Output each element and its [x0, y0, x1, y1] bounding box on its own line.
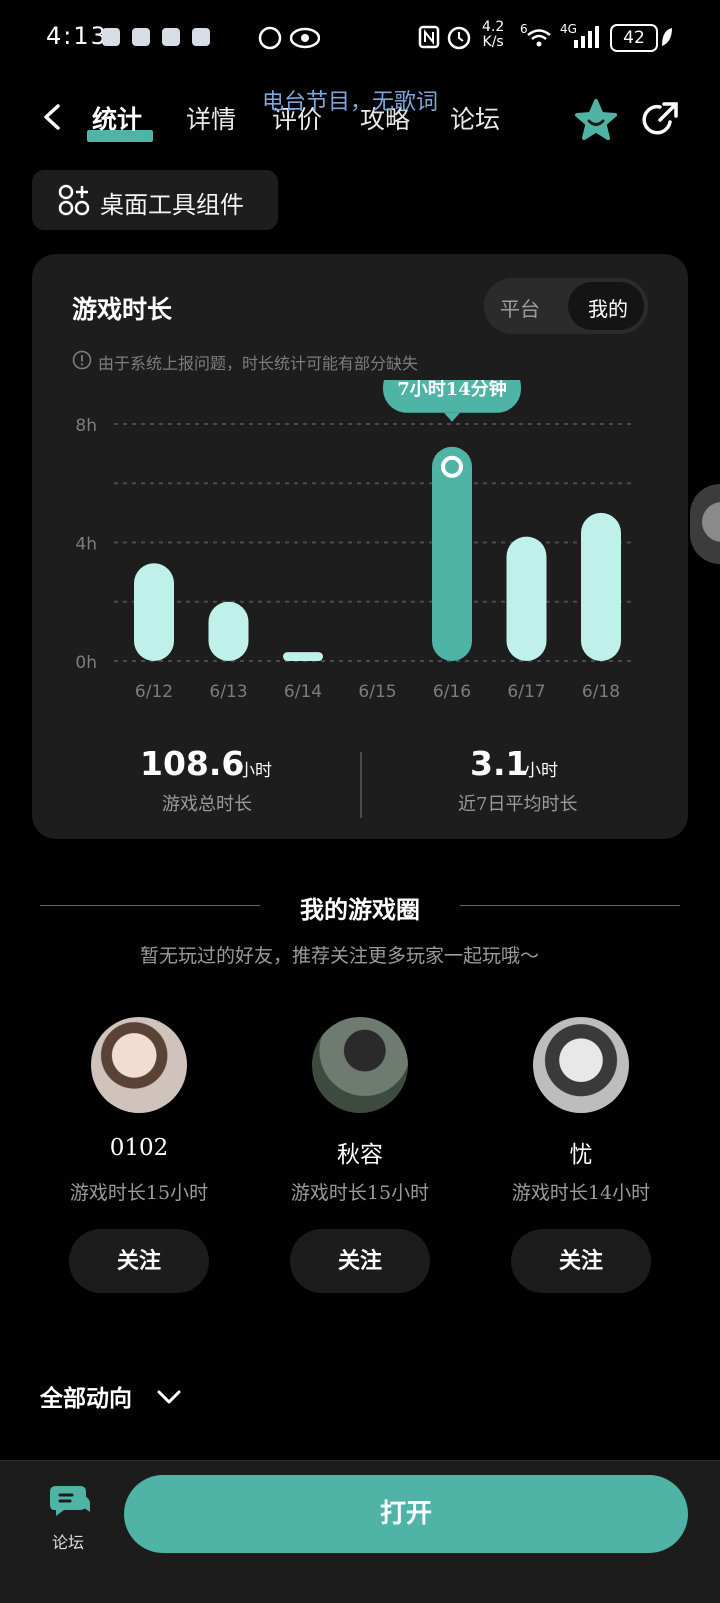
chart-bar — [581, 512, 621, 661]
chevron-down-icon[interactable] — [156, 1386, 182, 1408]
desktop-widget-button[interactable]: 桌面工具组件 — [32, 170, 278, 230]
game-circle-hint: 暂无玩过的好友，推荐关注更多玩家一起玩哦～ — [140, 945, 540, 967]
x-tick-label: 6/13 — [209, 682, 247, 702]
notification-icon — [102, 28, 120, 46]
player-playtime: 游戏时长15小时 — [69, 1182, 209, 1204]
back-arrow-icon[interactable] — [40, 104, 66, 130]
player-name[interactable]: 0102 — [39, 1135, 239, 1161]
chart-bar — [134, 563, 174, 661]
status-bar: 4:13 4.2 K/s 6 4G 42 — [0, 0, 720, 75]
chart-bar — [208, 601, 249, 661]
notification-icon — [132, 28, 150, 46]
y-tick-label: 8h — [75, 416, 97, 436]
status-time: 4:13 — [46, 22, 108, 50]
chart-tooltip-pointer — [444, 412, 460, 422]
data-saver-icon — [258, 26, 282, 50]
follow-button[interactable]: 关注 — [69, 1229, 209, 1293]
player-playtime: 游戏时长14小时 — [511, 1182, 651, 1204]
all-activity-toggle[interactable]: 全部动向 — [40, 1379, 132, 1413]
notification-icon — [192, 28, 210, 46]
x-tick-label: 6/12 — [135, 682, 173, 702]
tab-details[interactable]: 详情 — [186, 100, 236, 136]
info-icon — [72, 350, 92, 370]
x-tick-label: 6/18 — [582, 682, 620, 702]
desktop-widget-label: 桌面工具组件 — [100, 191, 244, 219]
x-tick-label: 6/15 — [358, 682, 396, 702]
favorite-star-icon[interactable] — [573, 98, 619, 144]
follow-button[interactable]: 关注 — [511, 1229, 651, 1293]
toggle-platform[interactable]: 平台 — [500, 293, 540, 322]
avg-hours-label: 近7日平均时长 — [458, 794, 578, 815]
x-tick-label: 6/16 — [433, 682, 471, 702]
tab-forum[interactable]: 论坛 — [450, 100, 500, 136]
chart-tooltip-text: 7小时14分钟 — [397, 380, 507, 400]
x-tick-label: 6/14 — [284, 682, 322, 702]
notification-icon — [162, 28, 180, 46]
signal-icon — [574, 26, 599, 48]
player-avatar[interactable] — [533, 1017, 629, 1113]
divider-left — [40, 905, 260, 906]
net-speed: 4.2 K/s — [482, 19, 505, 50]
widget-grid-icon — [58, 184, 90, 216]
alarm-icon — [447, 26, 471, 50]
avg-hours-unit: 小时 — [524, 761, 558, 781]
nfc-icon — [418, 25, 440, 49]
toggle-mine[interactable]: 我的 — [588, 293, 628, 322]
forum-label: 论坛 — [52, 1533, 85, 1552]
playtime-title: 游戏时长 — [72, 295, 173, 324]
forum-chat-icon[interactable] — [48, 1482, 92, 1522]
stats-divider — [360, 752, 362, 818]
share-icon[interactable] — [640, 100, 680, 140]
player-name[interactable]: 忧 — [481, 1135, 681, 1169]
game-circle-title: 我的游戏圈 — [300, 895, 420, 924]
chart-bar — [432, 446, 472, 661]
divider-right — [460, 905, 680, 906]
player-avatar[interactable] — [312, 1017, 408, 1113]
eye-icon — [290, 27, 320, 49]
lyric-overlay: 电台节目，无歌词 — [262, 90, 439, 115]
wifi-icon — [527, 29, 551, 47]
chart-bar — [506, 536, 547, 661]
player-avatar[interactable] — [91, 1017, 187, 1113]
player-name[interactable]: 秋容 — [260, 1135, 460, 1169]
x-tick-label: 6/17 — [507, 682, 545, 702]
total-hours-label: 游戏总时长 — [162, 794, 252, 815]
y-tick-label: 4h — [75, 535, 97, 555]
avg-hours-value: 3.1 — [470, 744, 529, 783]
leaf-icon — [662, 28, 672, 46]
data-notice: 由于系统上报问题，时长统计可能有部分缺失 — [98, 354, 419, 373]
total-hours-value: 108.6 — [140, 744, 245, 783]
open-game-button[interactable]: 打开 — [124, 1475, 688, 1553]
player-playtime: 游戏时长15小时 — [290, 1182, 430, 1204]
playtime-chart: 0h 4h 8h 6/12 6/13 6/14 6/15 7小时14分钟 6/16 6/17 6/1… — [75, 380, 636, 702]
y-tick-label: 0h — [75, 653, 97, 673]
total-hours-unit: 小时 — [238, 761, 272, 781]
battery-indicator: 42 — [610, 24, 658, 52]
follow-button[interactable]: 关注 — [290, 1229, 430, 1293]
chart-bar — [283, 652, 323, 661]
tab-stats[interactable]: 统计 — [92, 100, 142, 136]
